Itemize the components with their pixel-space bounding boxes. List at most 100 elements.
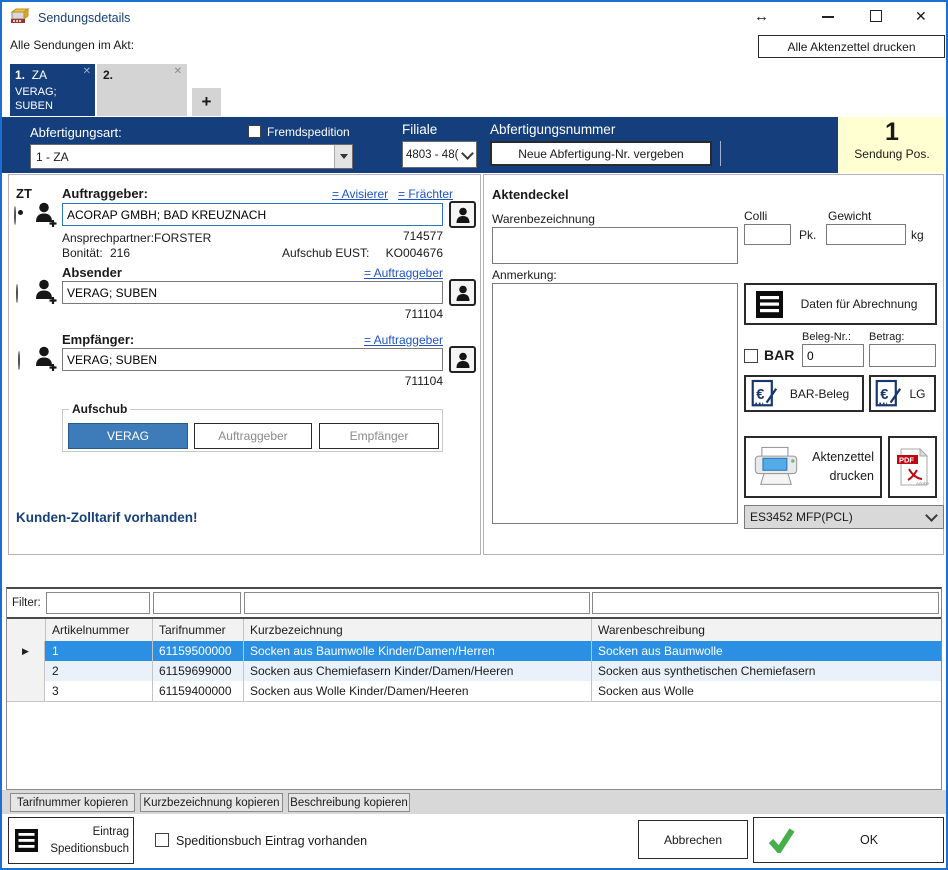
neue-abfertigungsnr-button[interactable]: Neue Abfertigung-Nr. vergeben: [490, 141, 712, 166]
list-lines-icon: [756, 291, 783, 318]
column-header-warenbeschreibung[interactable]: Warenbeschreibung: [592, 619, 941, 641]
beleg-nr-label: Beleg-Nr.:: [802, 331, 851, 343]
list-lines-icon: [15, 829, 38, 852]
position-count: 1: [838, 118, 946, 147]
absender-contact-button[interactable]: [449, 279, 476, 306]
ok-button[interactable]: OK: [753, 817, 944, 863]
copy-tarifnummer-button[interactable]: Tarifnummer kopieren: [10, 793, 135, 812]
add-person-icon[interactable]: [35, 201, 58, 233]
bar-label: BAR: [764, 347, 794, 363]
eintrag-speditionsbuch-button[interactable]: Eintrag Speditionsbuch: [8, 817, 134, 864]
table-row[interactable]: 3 61159400000 Socken aus Wolle Kinder/Da…: [7, 681, 941, 702]
positions-grid: Artikelnummer Tarifnummer Kurzbezeichnun…: [7, 617, 941, 792]
warenbezeichnung-textarea[interactable]: [492, 227, 738, 264]
bonitaet-label: Bonität:: [62, 246, 103, 260]
shipment-tab-1[interactable]: 1. ZA ✕ VERAG; SUBEN: [10, 64, 95, 116]
column-header-tarifnummer[interactable]: Tarifnummer: [153, 619, 244, 641]
empfaenger-contact-button[interactable]: [449, 346, 476, 373]
table-row[interactable]: 2 61159699000 Socken aus Chemiefasern Ki…: [7, 661, 941, 682]
aufschub-auftraggeber-button[interactable]: Auftraggeber: [194, 423, 312, 449]
filter-artikelnummer-input[interactable]: [46, 592, 150, 614]
maximize-icon[interactable]: [870, 10, 882, 22]
add-shipment-button[interactable]: +: [192, 88, 221, 116]
add-person-icon[interactable]: [35, 345, 58, 377]
lg-button[interactable]: € LG: [869, 375, 936, 412]
chevron-down-icon: [461, 147, 474, 160]
absender-radio[interactable]: [16, 284, 18, 303]
contact-person-icon: [455, 284, 471, 302]
gewicht-input[interactable]: [826, 224, 906, 245]
filter-tarifnummer-input[interactable]: [153, 592, 241, 614]
copy-kurzbezeichnung-button[interactable]: Kurzbezeichnung kopieren: [140, 793, 283, 812]
colli-input[interactable]: [744, 224, 791, 245]
printer-select[interactable]: ES3452 MFP(PCL): [744, 505, 944, 529]
anmerkung-textarea[interactable]: [492, 283, 738, 524]
abfertigungsart-label: Abfertigungsart:: [30, 125, 122, 140]
svg-text:€: €: [880, 387, 888, 403]
close-icon[interactable]: ✕: [915, 8, 927, 25]
auftraggeber-contact-button[interactable]: [449, 201, 476, 228]
grid-header-row: Artikelnummer Tarifnummer Kurzbezeichnun…: [7, 619, 941, 642]
shipment-tab-2[interactable]: 2. ✕: [97, 64, 187, 116]
aufschub-eust-value: KO004676: [343, 246, 443, 260]
dispatch-bar: Abfertigungsart: 1 - ZA Fremdspedition F…: [2, 117, 946, 173]
column-header-kurzbezeichnung[interactable]: Kurzbezeichnung: [244, 619, 592, 641]
auftraggeber-nummer: 714577: [343, 229, 443, 243]
absender-nummer: 711104: [343, 307, 443, 321]
beleg-nr-input[interactable]: [802, 344, 864, 367]
add-person-icon[interactable]: [35, 278, 58, 310]
contact-person-icon: [455, 206, 471, 224]
minimize-icon[interactable]: [822, 16, 834, 18]
bar-checkbox[interactable]: [744, 349, 758, 363]
zt-label: ZT: [16, 186, 32, 201]
empfaenger-auftraggeber-link[interactable]: = Auftraggeber: [343, 333, 443, 347]
zolltarif-hinweis: Kunden-Zolltarif vorhanden!: [16, 510, 198, 525]
aufschub-empfaenger-button[interactable]: Empfänger: [319, 423, 439, 449]
empfaenger-radio[interactable]: [18, 351, 20, 370]
tab-close-icon[interactable]: ✕: [83, 66, 91, 77]
aktenzettel-drucken-button[interactable]: Aktenzettel drucken: [744, 436, 882, 498]
speditionsbuch-checkbox[interactable]: [155, 833, 169, 847]
fremdspedition-checkbox[interactable]: [248, 125, 261, 138]
dropdown-arrow-icon[interactable]: [334, 145, 352, 168]
abfertigungsnummer-label: Abfertigungsnummer: [490, 122, 615, 137]
auftraggeber-input[interactable]: [62, 203, 443, 226]
colli-unit-label: Pk.: [799, 228, 816, 242]
copy-beschreibung-button[interactable]: Beschreibung kopieren: [288, 793, 410, 812]
copy-buttons-bar: Tarifnummer kopieren Kurzbezeichnung kop…: [2, 790, 946, 814]
filiale-select[interactable]: 4803 - 48(: [402, 141, 477, 168]
avisierer-link[interactable]: = Avisierer: [332, 187, 388, 201]
position-label: Sendung Pos.: [838, 147, 946, 161]
abfertigungsart-select[interactable]: 1 - ZA: [30, 144, 353, 169]
speditionsbuch-checkbox-label: Speditionsbuch Eintrag vorhanden: [176, 834, 367, 848]
row-indicator: [7, 661, 45, 681]
table-row[interactable]: ▶ 1 61159500000 Socken aus Baumwolle Kin…: [7, 641, 941, 662]
check-icon: [768, 828, 795, 853]
absender-input[interactable]: [62, 281, 443, 304]
filter-warenbeschreibung-input[interactable]: [592, 592, 939, 614]
print-all-aktenzettel-button[interactable]: Alle Aktenzettel drucken: [758, 35, 945, 58]
svg-text:Adobe: Adobe: [916, 481, 930, 486]
fraechter-link[interactable]: = Frächter: [398, 187, 453, 201]
bar-beleg-button[interactable]: € BAR-Beleg: [744, 375, 864, 412]
aufschub-legend: Aufschub: [69, 402, 130, 416]
warenbezeichnung-label: Warenbezeichnung: [492, 212, 595, 226]
aufschub-verag-button[interactable]: VERAG: [68, 423, 188, 449]
sendung-position-box: 1 Sendung Pos.: [838, 117, 946, 173]
resize-horizontal-icon[interactable]: ↔: [754, 8, 769, 25]
absender-auftraggeber-link[interactable]: = Auftraggeber: [343, 266, 443, 280]
ansprechpartner-value: FORSTER: [154, 231, 211, 245]
pdf-icon: PDF Adobe: [896, 446, 930, 488]
daten-abrechnung-button[interactable]: Daten für Abrechnung: [744, 283, 937, 325]
euro-document-icon: €: [751, 379, 777, 409]
tab-close-icon[interactable]: ✕: [174, 66, 182, 77]
filiale-label: Filiale: [402, 122, 437, 137]
auftraggeber-radio[interactable]: [14, 206, 16, 225]
pdf-button[interactable]: PDF Adobe: [888, 436, 937, 498]
filter-kurzbezeichnung-input[interactable]: [244, 592, 590, 614]
empfaenger-input[interactable]: [62, 348, 443, 371]
abbrechen-button[interactable]: Abbrechen: [638, 820, 748, 859]
truck-icon: [10, 8, 32, 31]
betrag-input[interactable]: [869, 344, 936, 367]
column-header-artikelnummer[interactable]: Artikelnummer: [46, 619, 153, 641]
